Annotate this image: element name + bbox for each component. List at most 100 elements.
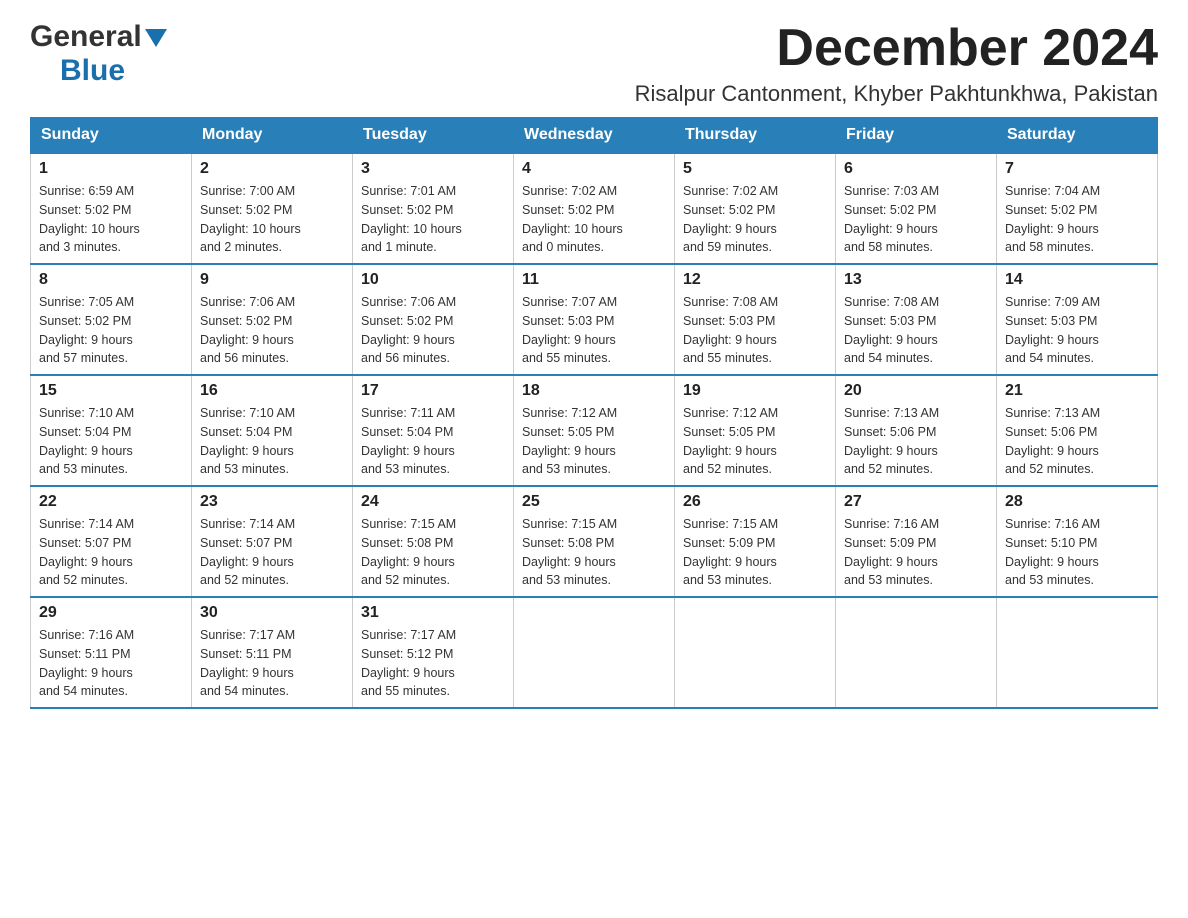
calendar-cell: 31 Sunrise: 7:17 AMSunset: 5:12 PMDayligh… [353,597,514,708]
calendar-cell: 1 Sunrise: 6:59 AMSunset: 5:02 PMDaylight… [31,153,192,264]
calendar-cell: 14 Sunrise: 7:09 AMSunset: 5:03 PMDayligh… [997,264,1158,375]
calendar-cell: 3 Sunrise: 7:01 AMSunset: 5:02 PMDaylight… [353,153,514,264]
calendar-cell: 17 Sunrise: 7:11 AMSunset: 5:04 PMDayligh… [353,375,514,486]
day-info: Sunrise: 7:10 AMSunset: 5:04 PMDaylight:… [200,406,295,476]
calendar-cell: 13 Sunrise: 7:08 AMSunset: 5:03 PMDayligh… [836,264,997,375]
calendar-cell: 25 Sunrise: 7:15 AMSunset: 5:08 PMDayligh… [514,486,675,597]
calendar-cell: 20 Sunrise: 7:13 AMSunset: 5:06 PMDayligh… [836,375,997,486]
day-number: 20 [844,382,988,400]
day-number: 28 [1005,493,1149,511]
day-number: 16 [200,382,344,400]
day-number: 14 [1005,271,1149,289]
day-info: Sunrise: 7:15 AMSunset: 5:08 PMDaylight:… [522,517,617,587]
day-info: Sunrise: 7:17 AMSunset: 5:12 PMDaylight:… [361,628,456,698]
day-info: Sunrise: 7:08 AMSunset: 5:03 PMDaylight:… [683,295,778,365]
day-number: 8 [39,271,183,289]
day-number: 25 [522,493,666,511]
day-number: 11 [522,271,666,289]
calendar-cell: 21Sunrise: 7:13 AMSunset: 5:06 PMDayligh… [997,375,1158,486]
calendar-cell: 26Sunrise: 7:15 AMSunset: 5:09 PMDayligh… [675,486,836,597]
calendar-cell: 9 Sunrise: 7:06 AMSunset: 5:02 PMDaylight… [192,264,353,375]
day-info: Sunrise: 7:11 AMSunset: 5:04 PMDaylight:… [361,406,455,476]
calendar-cell: 28Sunrise: 7:16 AMSunset: 5:10 PMDayligh… [997,486,1158,597]
calendar-cell: 6Sunrise: 7:03 AMSunset: 5:02 PMDaylight… [836,153,997,264]
calendar-cell: 18 Sunrise: 7:12 AMSunset: 5:05 PMDayligh… [514,375,675,486]
calendar-cell: 19 Sunrise: 7:12 AMSunset: 5:05 PMDayligh… [675,375,836,486]
calendar-cell: 24 Sunrise: 7:15 AMSunset: 5:08 PMDayligh… [353,486,514,597]
day-info: Sunrise: 7:08 AMSunset: 5:03 PMDaylight:… [844,295,939,365]
day-number: 6 [844,160,988,178]
calendar-cell: 23 Sunrise: 7:14 AMSunset: 5:07 PMDayligh… [192,486,353,597]
day-info: Sunrise: 7:10 AMSunset: 5:04 PMDaylight:… [39,406,134,476]
calendar-cell: 16 Sunrise: 7:10 AMSunset: 5:04 PMDayligh… [192,375,353,486]
col-friday: Friday [836,118,997,154]
day-info: Sunrise: 7:13 AMSunset: 5:06 PMDaylight:… [1005,406,1100,476]
day-number: 31 [361,604,505,622]
calendar-cell: 5 Sunrise: 7:02 AMSunset: 5:02 PMDaylight… [675,153,836,264]
day-info: Sunrise: 7:06 AMSunset: 5:02 PMDaylight:… [200,295,295,365]
day-number: 24 [361,493,505,511]
calendar-cell: 8 Sunrise: 7:05 AMSunset: 5:02 PMDaylight… [31,264,192,375]
day-info: Sunrise: 6:59 AMSunset: 5:02 PMDaylight:… [39,184,140,254]
calendar-cell [514,597,675,708]
day-number: 9 [200,271,344,289]
col-tuesday: Tuesday [353,118,514,154]
day-info: Sunrise: 7:15 AMSunset: 5:08 PMDaylight:… [361,517,456,587]
day-info: Sunrise: 7:09 AMSunset: 5:03 PMDaylight:… [1005,295,1100,365]
page-header: General Blue December 2024 Risalpur Cant… [30,20,1158,107]
calendar-cell: 30 Sunrise: 7:17 AMSunset: 5:11 PMDayligh… [192,597,353,708]
logo: General Blue [30,20,167,88]
day-number: 29 [39,604,183,622]
day-info: Sunrise: 7:00 AMSunset: 5:02 PMDaylight:… [200,184,301,254]
week-row-4: 22 Sunrise: 7:14 AMSunset: 5:07 PMDayligh… [31,486,1158,597]
calendar-cell: 29 Sunrise: 7:16 AMSunset: 5:11 PMDayligh… [31,597,192,708]
day-number: 27 [844,493,988,511]
week-row-3: 15Sunrise: 7:10 AMSunset: 5:04 PMDayligh… [31,375,1158,486]
day-info: Sunrise: 7:17 AMSunset: 5:11 PMDaylight:… [200,628,295,698]
day-number: 2 [200,160,344,178]
calendar-cell [997,597,1158,708]
day-info: Sunrise: 7:16 AMSunset: 5:09 PMDaylight:… [844,517,939,587]
calendar-cell: 4 Sunrise: 7:02 AMSunset: 5:02 PMDaylight… [514,153,675,264]
day-number: 13 [844,271,988,289]
day-number: 4 [522,160,666,178]
week-row-2: 8 Sunrise: 7:05 AMSunset: 5:02 PMDaylight… [31,264,1158,375]
col-sunday: Sunday [31,118,192,154]
day-info: Sunrise: 7:12 AMSunset: 5:05 PMDaylight:… [522,406,617,476]
day-info: Sunrise: 7:07 AMSunset: 5:03 PMDaylight:… [522,295,617,365]
day-info: Sunrise: 7:16 AMSunset: 5:11 PMDaylight:… [39,628,134,698]
day-number: 18 [522,382,666,400]
day-number: 1 [39,160,183,178]
day-number: 5 [683,160,827,178]
day-info: Sunrise: 7:02 AMSunset: 5:02 PMDaylight:… [683,184,778,254]
col-wednesday: Wednesday [514,118,675,154]
location-subtitle: Risalpur Cantonment, Khyber Pakhtunkhwa,… [635,81,1158,107]
calendar-cell [675,597,836,708]
week-row-1: 1 Sunrise: 6:59 AMSunset: 5:02 PMDaylight… [31,153,1158,264]
calendar-cell: 10Sunrise: 7:06 AMSunset: 5:02 PMDayligh… [353,264,514,375]
col-monday: Monday [192,118,353,154]
day-number: 23 [200,493,344,511]
day-info: Sunrise: 7:05 AMSunset: 5:02 PMDaylight:… [39,295,134,365]
calendar-header-row: Sunday Monday Tuesday Wednesday Thursday… [31,118,1158,154]
calendar-cell: 2 Sunrise: 7:00 AMSunset: 5:02 PMDaylight… [192,153,353,264]
day-info: Sunrise: 7:14 AMSunset: 5:07 PMDaylight:… [39,517,134,587]
day-info: Sunrise: 7:14 AMSunset: 5:07 PMDaylight:… [200,517,295,587]
calendar-cell [836,597,997,708]
day-info: Sunrise: 7:13 AMSunset: 5:06 PMDaylight:… [844,406,939,476]
day-number: 22 [39,493,183,511]
day-number: 17 [361,382,505,400]
col-saturday: Saturday [997,118,1158,154]
day-number: 19 [683,382,827,400]
day-info: Sunrise: 7:02 AMSunset: 5:02 PMDaylight:… [522,184,623,254]
day-number: 3 [361,160,505,178]
day-number: 30 [200,604,344,622]
col-thursday: Thursday [675,118,836,154]
day-info: Sunrise: 7:12 AMSunset: 5:05 PMDaylight:… [683,406,778,476]
day-number: 10 [361,271,505,289]
day-number: 26 [683,493,827,511]
logo-triangle-icon [145,29,167,47]
calendar-cell: 11 Sunrise: 7:07 AMSunset: 5:03 PMDayligh… [514,264,675,375]
day-info: Sunrise: 7:04 AMSunset: 5:02 PMDaylight:… [1005,184,1100,254]
day-info: Sunrise: 7:01 AMSunset: 5:02 PMDaylight:… [361,184,462,254]
